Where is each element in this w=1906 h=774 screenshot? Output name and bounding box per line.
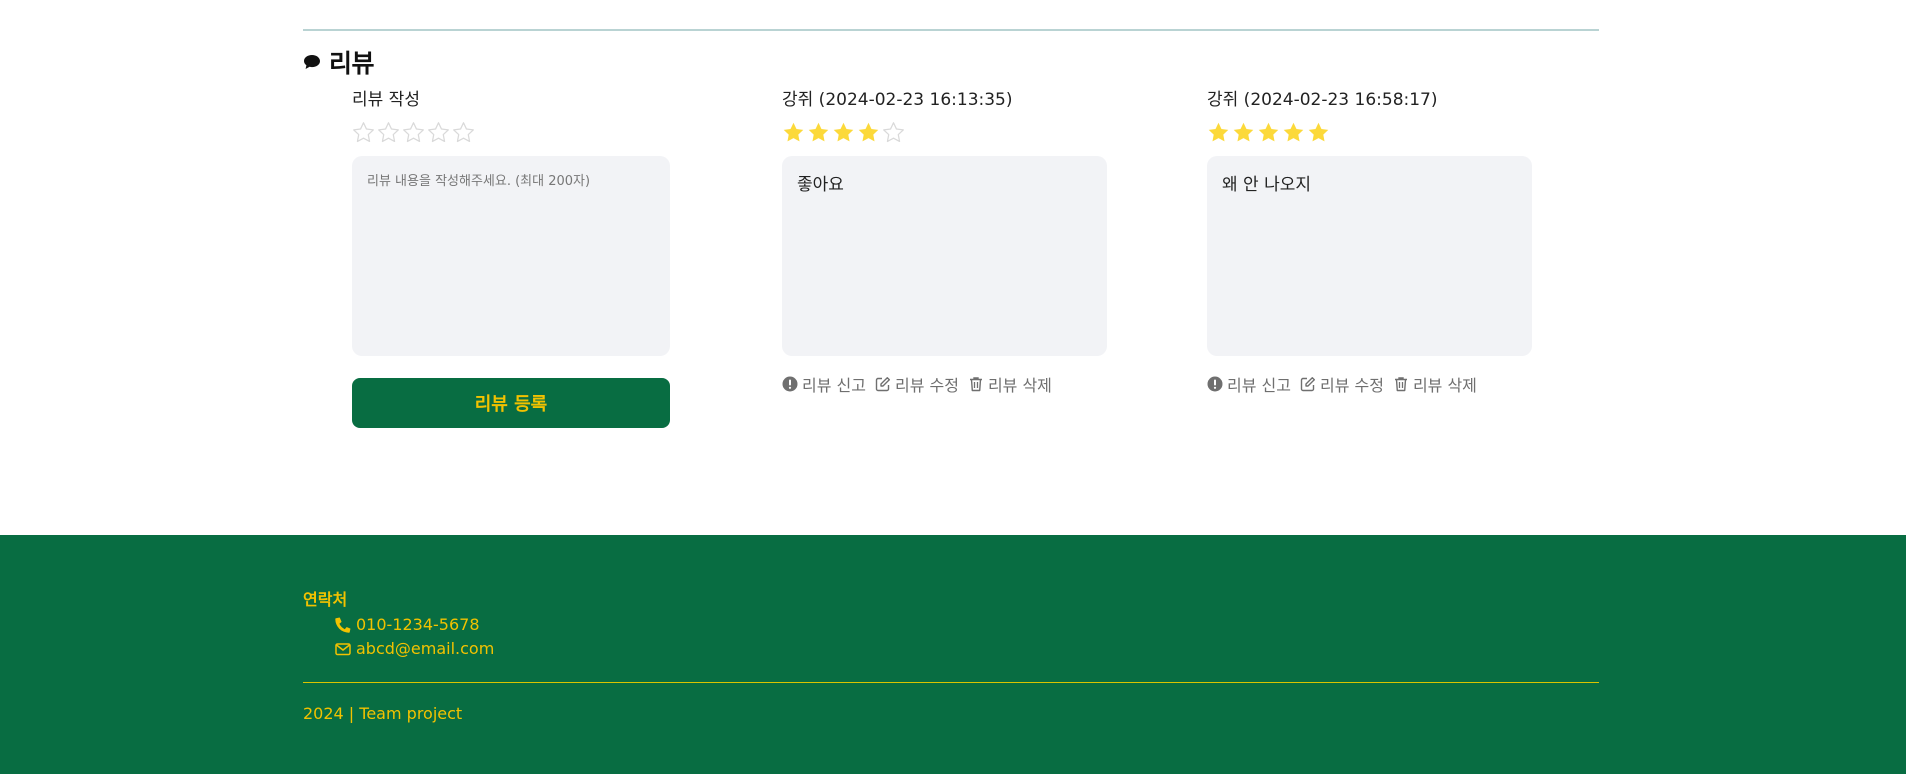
star-empty-icon[interactable] xyxy=(377,121,400,144)
review-edit-label: 리뷰 수정 xyxy=(894,376,959,395)
trash-icon xyxy=(968,376,984,392)
review-section-title: 리뷰 xyxy=(303,44,375,80)
review-edit-label: 리뷰 수정 xyxy=(1319,376,1384,395)
star-empty-icon xyxy=(882,121,905,144)
edit-icon xyxy=(1300,376,1316,392)
star-empty-icon[interactable] xyxy=(352,121,375,144)
star-filled-icon xyxy=(857,121,880,144)
footer-contact-title: 연락처 xyxy=(303,590,348,609)
review-report-label: 리뷰 신고 xyxy=(1227,376,1291,395)
footer-email: abcd@email.com xyxy=(335,639,494,658)
trash-icon xyxy=(1393,376,1409,392)
review-content: 왜 안 나오지 xyxy=(1207,156,1532,356)
review-report-label: 리뷰 신고 xyxy=(802,376,866,395)
review-edit-button[interactable]: 리뷰 수정 xyxy=(875,372,959,396)
review-delete-button[interactable]: 리뷰 삭제 xyxy=(968,372,1052,396)
review-actions: 리뷰 신고 리뷰 수정 리뷰 삭제 xyxy=(782,372,1107,396)
review-report-button[interactable]: 리뷰 신고 xyxy=(1207,372,1291,396)
review-author-date: 강쥐 (2024-02-23 16:58:17) xyxy=(1207,90,1438,110)
review-actions: 리뷰 신고 리뷰 수정 리뷰 삭제 xyxy=(1207,372,1532,396)
review-delete-label: 리뷰 삭제 xyxy=(987,376,1052,395)
review-card: 강쥐 (2024-02-23 16:13:35) 좋아요 리뷰 신고 리뷰 수정… xyxy=(782,88,1107,396)
site-footer: 연락처 010-1234-5678 abcd@email.com 2024 | … xyxy=(0,535,1906,774)
rating-input[interactable] xyxy=(352,118,670,146)
star-filled-icon xyxy=(1207,121,1230,144)
review-submit-button[interactable]: 리뷰 등록 xyxy=(352,378,670,428)
star-filled-icon xyxy=(1307,121,1330,144)
review-edit-button[interactable]: 리뷰 수정 xyxy=(1300,372,1384,396)
star-empty-icon[interactable] xyxy=(427,121,450,144)
footer-phone-text: 010-1234-5678 xyxy=(356,615,480,634)
alert-circle-icon xyxy=(1207,376,1223,392)
star-empty-icon[interactable] xyxy=(402,121,425,144)
review-content-input[interactable] xyxy=(352,156,670,356)
chat-bubble-icon xyxy=(303,54,321,70)
star-filled-icon xyxy=(1257,121,1280,144)
alert-circle-icon xyxy=(782,376,798,392)
star-filled-icon xyxy=(1232,121,1255,144)
review-rating xyxy=(782,118,1107,146)
review-rating xyxy=(1207,118,1532,146)
star-empty-icon[interactable] xyxy=(452,121,475,144)
phone-icon xyxy=(335,617,351,633)
review-report-button[interactable]: 리뷰 신고 xyxy=(782,372,866,396)
footer-phone: 010-1234-5678 xyxy=(335,615,480,634)
footer-email-text: abcd@email.com xyxy=(356,639,495,658)
footer-copyright: 2024 | Team project xyxy=(303,704,463,723)
footer-divider xyxy=(303,682,1599,683)
review-card: 강쥐 (2024-02-23 16:58:17) 왜 안 나오지 리뷰 신고 리… xyxy=(1207,88,1532,396)
review-delete-button[interactable]: 리뷰 삭제 xyxy=(1393,372,1477,396)
star-filled-icon xyxy=(807,121,830,144)
review-author-date: 강쥐 (2024-02-23 16:13:35) xyxy=(782,90,1013,110)
review-write-label: 리뷰 작성 xyxy=(352,90,420,110)
review-content: 좋아요 xyxy=(782,156,1107,356)
edit-icon xyxy=(875,376,891,392)
review-write-panel: 리뷰 작성 리뷰 등록 xyxy=(352,88,670,428)
star-filled-icon xyxy=(782,121,805,144)
mail-icon xyxy=(335,641,351,657)
review-section-title-text: 리뷰 xyxy=(329,49,375,78)
star-filled-icon xyxy=(1282,121,1305,144)
section-divider xyxy=(303,29,1599,31)
star-filled-icon xyxy=(832,121,855,144)
review-delete-label: 리뷰 삭제 xyxy=(1412,376,1477,395)
